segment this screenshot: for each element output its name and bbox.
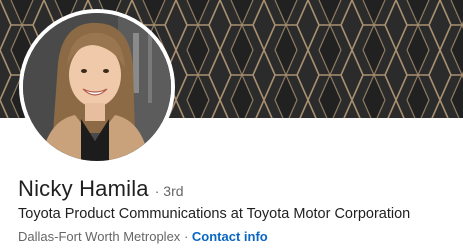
profile-name: Nicky Hamila bbox=[18, 176, 149, 201]
location-row: Dallas-Fort Worth Metroplex · Contact in… bbox=[18, 229, 268, 244]
person-avatar-icon bbox=[23, 13, 171, 161]
connection-degree: · 3rd bbox=[154, 183, 184, 199]
profile-headline: Toyota Product Communications at Toyota … bbox=[18, 206, 411, 222]
contact-info-link[interactable]: Contact info bbox=[192, 229, 268, 244]
name-row: Nicky Hamila · 3rd bbox=[18, 176, 184, 202]
profile-photo[interactable] bbox=[19, 9, 175, 165]
profile-location: Dallas-Fort Worth Metroplex bbox=[18, 229, 181, 244]
meta-separator: · bbox=[183, 229, 189, 244]
